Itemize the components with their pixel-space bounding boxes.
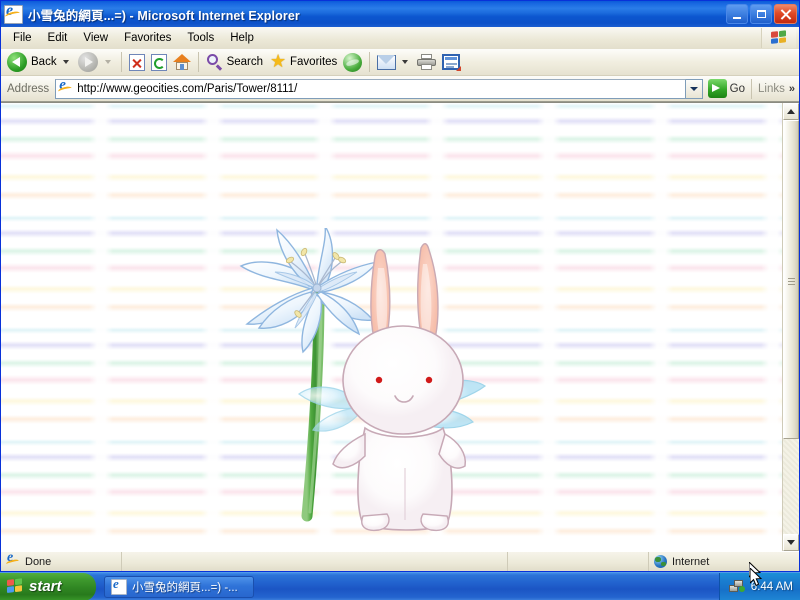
ie-icon	[6, 554, 21, 569]
back-label: Back	[31, 56, 57, 68]
content-area: 這裡不會開門了.. 有緣再見吧..byebye.... Last Updated…	[1, 102, 799, 551]
mail-button[interactable]	[374, 51, 414, 74]
network-connection-icon[interactable]	[729, 580, 745, 594]
windows-flag-icon	[761, 28, 796, 48]
start-button[interactable]: start	[0, 573, 96, 600]
chevron-double-right-icon[interactable]: »	[789, 84, 795, 94]
status-spacer-pane	[121, 552, 507, 571]
scroll-up-icon	[787, 109, 795, 114]
taskbar-window-list: 小雪兔的網頁...=) -...	[96, 576, 719, 598]
menu-item-help[interactable]: Help	[222, 29, 262, 47]
address-dropdown-button[interactable]	[686, 79, 703, 99]
chevron-down-icon	[690, 87, 698, 91]
home-icon	[173, 54, 191, 70]
stop-button[interactable]	[126, 51, 148, 74]
menu-bar: File Edit View Favorites Tools Help	[1, 27, 799, 49]
browser-window: 小雪兔的網頁...=) - Microsoft Internet Explore…	[0, 0, 800, 572]
window-title: 小雪兔的網頁...=) - Microsoft Internet Explore…	[28, 5, 726, 24]
scroll-down-icon	[787, 540, 795, 545]
menu-item-edit[interactable]: Edit	[40, 29, 76, 47]
system-tray: 6:44 AM	[719, 573, 800, 600]
menu-item-tools[interactable]: Tools	[179, 29, 222, 47]
taskbar-item-label: 小雪兔的網頁...=) -...	[132, 579, 238, 595]
taskbar-item-browser[interactable]: 小雪兔的網頁...=) -...	[104, 576, 254, 598]
desktop: 小雪兔的網頁...=) - Microsoft Internet Explore…	[0, 0, 800, 600]
menu-item-file[interactable]: File	[5, 29, 40, 47]
vertical-scrollbar[interactable]	[782, 103, 799, 551]
scrollbar-thumb[interactable]	[783, 120, 799, 439]
go-button[interactable]: Go	[703, 79, 751, 98]
edit-page-icon	[442, 54, 460, 70]
scroll-down-button[interactable]	[783, 534, 799, 551]
window-controls	[726, 4, 797, 24]
links-label: Links	[758, 83, 785, 95]
home-button[interactable]	[170, 51, 194, 74]
address-bar: Address http://www.geocities.com/Paris/T…	[1, 76, 799, 102]
print-button[interactable]	[414, 51, 439, 74]
scrollbar-grip-icon	[788, 276, 795, 283]
address-url-text: http://www.geocities.com/Paris/Tower/811…	[77, 83, 684, 95]
print-icon	[417, 54, 436, 70]
status-message-pane: Done	[1, 552, 121, 571]
back-dropdown-icon[interactable]	[63, 60, 69, 64]
web-page: 這裡不會開門了.. 有緣再見吧..byebye.... Last Updated…	[1, 103, 782, 551]
forward-button	[75, 51, 117, 74]
start-label: start	[29, 578, 62, 595]
menu-item-view[interactable]: View	[75, 29, 116, 47]
ie-icon	[58, 81, 74, 97]
taskbar: start 小雪兔的網頁...=) -... 6:44 AM	[0, 572, 800, 600]
ie-document-icon	[4, 5, 23, 24]
back-arrow-icon	[7, 52, 28, 73]
search-button[interactable]: Search	[203, 51, 266, 74]
address-input[interactable]: http://www.geocities.com/Paris/Tower/811…	[55, 79, 685, 99]
forward-arrow-icon	[78, 52, 99, 73]
go-label: Go	[730, 83, 745, 95]
maximize-button[interactable]	[750, 4, 772, 24]
back-button[interactable]: Back	[4, 51, 75, 74]
search-icon	[206, 53, 224, 71]
minimize-button[interactable]	[726, 4, 748, 24]
security-zone-label: Internet	[672, 556, 709, 568]
edit-button[interactable]	[439, 51, 463, 74]
globe-icon	[654, 555, 667, 568]
title-bar[interactable]: 小雪兔的網頁...=) - Microsoft Internet Explore…	[1, 1, 799, 27]
search-label: Search	[227, 56, 263, 68]
menu-item-favorites[interactable]: Favorites	[116, 29, 179, 47]
bunny-illustration	[233, 228, 493, 533]
scroll-up-button[interactable]	[783, 103, 799, 120]
favorites-label: Favorites	[290, 56, 337, 68]
mail-dropdown-icon[interactable]	[402, 60, 408, 64]
status-bar: Done Internet	[1, 551, 799, 571]
links-bar[interactable]: Links »	[751, 79, 799, 99]
media-button[interactable]	[340, 51, 365, 74]
scrollbar-track[interactable]	[783, 120, 799, 534]
stop-icon	[129, 54, 145, 71]
refresh-icon	[151, 54, 167, 71]
forward-dropdown-icon	[105, 60, 111, 64]
address-label: Address	[1, 83, 55, 95]
mail-icon	[377, 55, 396, 70]
windows-flag-icon	[7, 578, 24, 595]
status-empty-pane	[507, 552, 648, 571]
favorites-button[interactable]: ★ Favorites	[266, 51, 340, 74]
media-icon	[343, 53, 362, 72]
refresh-button[interactable]	[148, 51, 170, 74]
go-arrow-icon	[708, 79, 727, 98]
clock[interactable]: 6:44 AM	[751, 581, 793, 593]
star-icon: ★	[269, 53, 287, 71]
toolbar-divider	[121, 52, 122, 72]
toolbar-divider	[198, 52, 199, 72]
navigation-toolbar: Back	[1, 49, 799, 76]
ie-document-icon	[111, 579, 127, 595]
security-zone-pane[interactable]: Internet	[648, 552, 799, 571]
status-message: Done	[25, 556, 51, 568]
toolbar-divider	[369, 52, 370, 72]
close-button[interactable]	[774, 4, 797, 24]
